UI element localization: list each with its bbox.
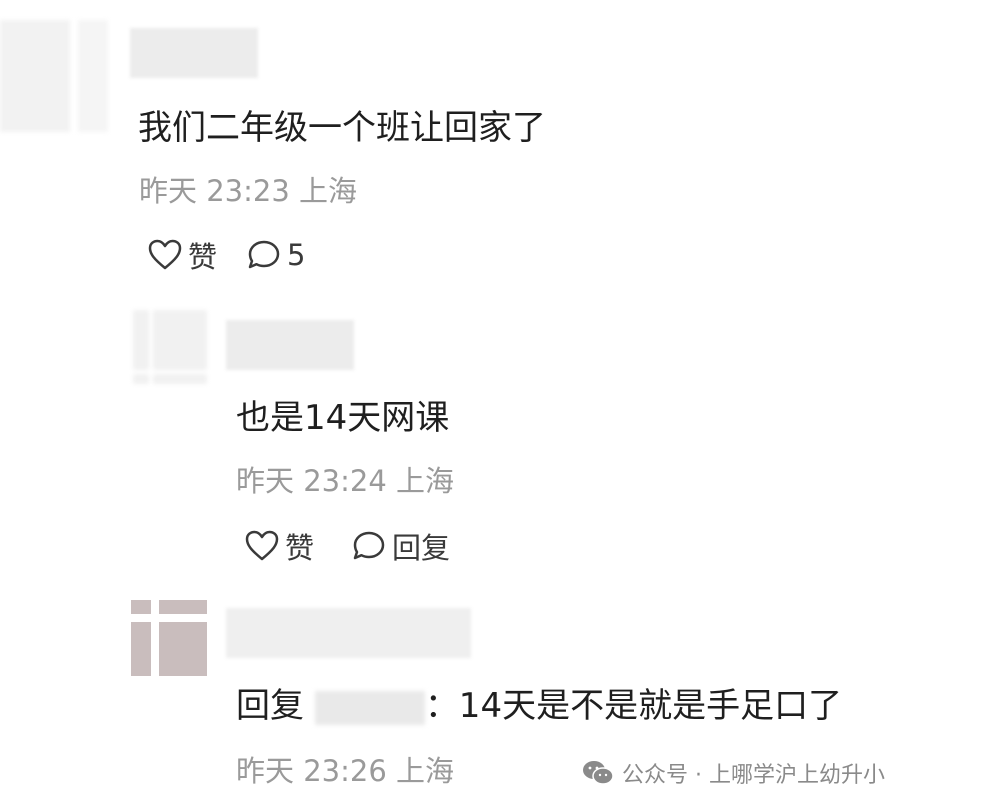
heart-outline-icon	[148, 239, 182, 270]
speech-bubble-icon	[353, 531, 385, 560]
reply-button[interactable]: 回复	[352, 525, 450, 567]
reply-label: 回复	[392, 531, 451, 565]
comment-actions: 赞 5	[148, 234, 305, 276]
comment-meta: 昨天 23:23 上海	[139, 174, 358, 208]
reply-text: ：14天是不是就是手足口了	[424, 686, 843, 726]
reply-count-button[interactable]: 5	[247, 238, 305, 272]
username-redacted	[130, 28, 258, 78]
comment-text: 我们二年级一个班让回家了	[138, 108, 546, 148]
like-label: 赞	[188, 240, 218, 274]
mention-redacted	[314, 690, 425, 725]
comment-text: 也是14天网课	[236, 398, 450, 438]
wechat-icon	[583, 761, 614, 785]
username-redacted	[226, 608, 471, 658]
speech-bubble-icon	[248, 240, 280, 269]
avatar[interactable]	[133, 310, 207, 384]
avatar[interactable]	[131, 600, 207, 676]
watermark-text: 公众号 · 上哪学沪上幼升小	[622, 763, 885, 788]
like-button[interactable]: 赞	[148, 234, 217, 276]
like-button[interactable]: 赞	[245, 525, 314, 567]
heart-outline-icon	[245, 530, 279, 561]
avatar[interactable]	[0, 20, 108, 132]
comment-actions: 赞 回复	[245, 525, 450, 567]
comment-meta: 昨天 23:26 上海	[236, 754, 455, 788]
comment-meta: 昨天 23:24 上海	[236, 464, 455, 498]
username-redacted	[226, 320, 354, 370]
watermark: 公众号 · 上哪学沪上幼升小	[582, 757, 885, 789]
comment-text: 回复 ：14天是不是就是手足口了	[236, 678, 842, 727]
reply-count: 5	[287, 238, 306, 272]
like-label: 赞	[285, 531, 315, 565]
reply-prefix: 回复	[236, 686, 315, 726]
